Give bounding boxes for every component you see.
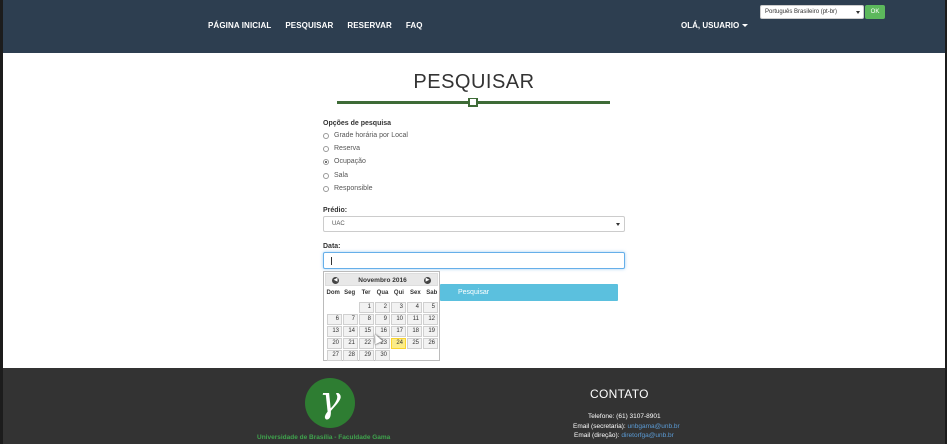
datepicker-day[interactable]: 13: [327, 326, 342, 337]
email-secretaria-link[interactable]: unbgama@unb.br: [628, 423, 680, 430]
datepicker-day[interactable]: 11: [407, 314, 422, 325]
title-divider-ornament: [468, 98, 478, 107]
page-title: PESQUISAR: [413, 71, 535, 93]
datepicker-day[interactable]: 9: [375, 314, 390, 325]
chevron-down-icon: [616, 223, 620, 226]
weekday-label: Qua: [376, 290, 389, 296]
chevron-down-icon: [856, 11, 860, 14]
user-menu[interactable]: OLÁ, USUARIO: [681, 21, 749, 30]
radio-button-checked[interactable]: [323, 158, 329, 165]
radio-button[interactable]: [323, 185, 329, 192]
contact-title: CONTATO: [590, 387, 649, 401]
email-secretaria-label: Email (secretaria):: [573, 423, 626, 430]
next-month-icon[interactable]: ▶: [424, 277, 431, 284]
contact-email-direcao: Email (direção): diretorfga@unb.br: [574, 432, 674, 439]
datepicker-day[interactable]: 6: [327, 314, 342, 325]
weekday-label: Ter: [361, 290, 371, 296]
datepicker-day[interactable]: 12: [423, 314, 438, 325]
text-cursor: [331, 257, 332, 265]
university-name: Universidade de Brasília - Faculdade Gam…: [257, 434, 391, 441]
radio-button[interactable]: [323, 172, 329, 179]
predio-select-value: UAC: [332, 221, 345, 227]
datepicker-day[interactable]: 30: [375, 350, 390, 361]
weekday-label: Qui: [393, 290, 404, 296]
predio-label: Prédio:: [323, 207, 348, 214]
radio-button[interactable]: [323, 132, 329, 139]
datepicker-title: Novembro 2016: [358, 277, 407, 284]
data-label: Data:: [323, 243, 341, 250]
datepicker-day[interactable]: 10: [391, 314, 406, 325]
datepicker-day[interactable]: 29: [359, 350, 374, 361]
radio-label: Responsible: [334, 185, 373, 192]
datepicker-day[interactable]: 17: [391, 326, 406, 337]
datepicker-empty-cell: [423, 350, 438, 361]
nav-reservar[interactable]: RESERVAR: [347, 21, 392, 30]
radio-grade-horaria[interactable]: Grade horária por Local: [323, 132, 408, 139]
datepicker-day[interactable]: 20: [327, 338, 342, 349]
predio-select[interactable]: UAC: [323, 216, 625, 232]
datepicker-days: 1 2 3 4 5 6 7 8 9 10 11 12 13 14 15 16 17 18 19 20 21 22 23 24 2…: [327, 302, 439, 361]
radio-responsible[interactable]: Responsible: [323, 185, 373, 192]
datepicker-day[interactable]: 24: [391, 338, 406, 349]
pesquisar-button[interactable]: Pesquisar: [440, 284, 618, 301]
email-direcao-label: Email (direção):: [574, 432, 620, 439]
datepicker-day[interactable]: 19: [423, 326, 438, 337]
search-options-label: Opções de pesquisa: [323, 120, 392, 127]
datepicker-day[interactable]: 18: [407, 326, 422, 337]
datepicker-weekdays: Dom Seg Ter Qua Qui Sex Sab: [325, 290, 440, 296]
language-select[interactable]: Português Brasileiro (pt-br): [760, 5, 864, 19]
datepicker-day[interactable]: 2: [375, 302, 390, 313]
datepicker-empty-cell: [391, 350, 406, 361]
date-input[interactable]: [323, 252, 625, 269]
datepicker-day[interactable]: 7: [343, 314, 358, 325]
datepicker-day[interactable]: 14: [343, 326, 358, 337]
datepicker-empty-cell: [327, 302, 342, 313]
radio-label: Sala: [334, 172, 349, 179]
footer: γ Universidade de Brasília - Faculdade G…: [3, 368, 945, 444]
datepicker-day[interactable]: 25: [407, 338, 422, 349]
nav-pesquisar[interactable]: PESQUISAR: [285, 21, 333, 30]
top-navbar: PÁGINA INICIAL PESQUISAR RESERVAR FAQ OL…: [3, 0, 945, 53]
weekday-label: Dom: [326, 290, 340, 296]
datepicker-header: ◀ Novembro 2016 ▶: [325, 273, 438, 286]
nav-pagina-inicial[interactable]: PÁGINA INICIAL: [208, 21, 271, 30]
datepicker-day[interactable]: 5: [423, 302, 438, 313]
nav-faq[interactable]: FAQ: [406, 21, 423, 30]
main-nav: PÁGINA INICIAL PESQUISAR RESERVAR FAQ: [208, 21, 437, 30]
datepicker-day[interactable]: 27: [327, 350, 342, 361]
datepicker-day[interactable]: 22: [359, 338, 374, 349]
language-ok-button[interactable]: OK: [865, 5, 885, 19]
datepicker-day[interactable]: 28: [343, 350, 358, 361]
weekday-label: Seg: [344, 290, 356, 296]
radio-ocupacao[interactable]: Ocupação: [323, 158, 366, 165]
main-content: PESQUISAR Opções de pesquisa Grade horár…: [3, 53, 945, 368]
datepicker: ◀ Novembro 2016 ▶ Dom Seg Ter Qua Qui Se…: [323, 271, 440, 361]
datepicker-day[interactable]: 26: [423, 338, 438, 349]
user-menu-label: OLÁ, USUARIO: [681, 21, 740, 30]
datepicker-day[interactable]: 3: [391, 302, 406, 313]
caret-down-icon: [742, 24, 749, 28]
gamma-logo-icon: γ: [319, 380, 341, 421]
fga-logo: γ: [305, 378, 355, 428]
language-select-value: Português Brasileiro (pt-br): [765, 9, 838, 15]
datepicker-empty-cell: [407, 350, 422, 361]
email-direcao-link[interactable]: diretorfga@unb.br: [621, 432, 674, 439]
weekday-label: Sex: [410, 290, 421, 296]
datepicker-empty-cell: [343, 302, 358, 313]
radio-label: Ocupação: [334, 158, 366, 165]
radio-label: Reserva: [334, 145, 361, 152]
datepicker-day[interactable]: 8: [359, 314, 374, 325]
datepicker-day[interactable]: 4: [407, 302, 422, 313]
datepicker-day[interactable]: 1: [359, 302, 374, 313]
weekday-label: Sab: [426, 290, 438, 296]
radio-button[interactable]: [323, 145, 329, 152]
radio-sala[interactable]: Sala: [323, 172, 348, 179]
radio-reserva[interactable]: Reserva: [323, 145, 360, 152]
contact-email-secretaria: Email (secretaria): unbgama@unb.br: [573, 423, 680, 430]
contact-phone: Telefone: (61) 3107-8901: [588, 413, 661, 420]
radio-label: Grade horária por Local: [334, 132, 408, 139]
datepicker-day[interactable]: 21: [343, 338, 358, 349]
